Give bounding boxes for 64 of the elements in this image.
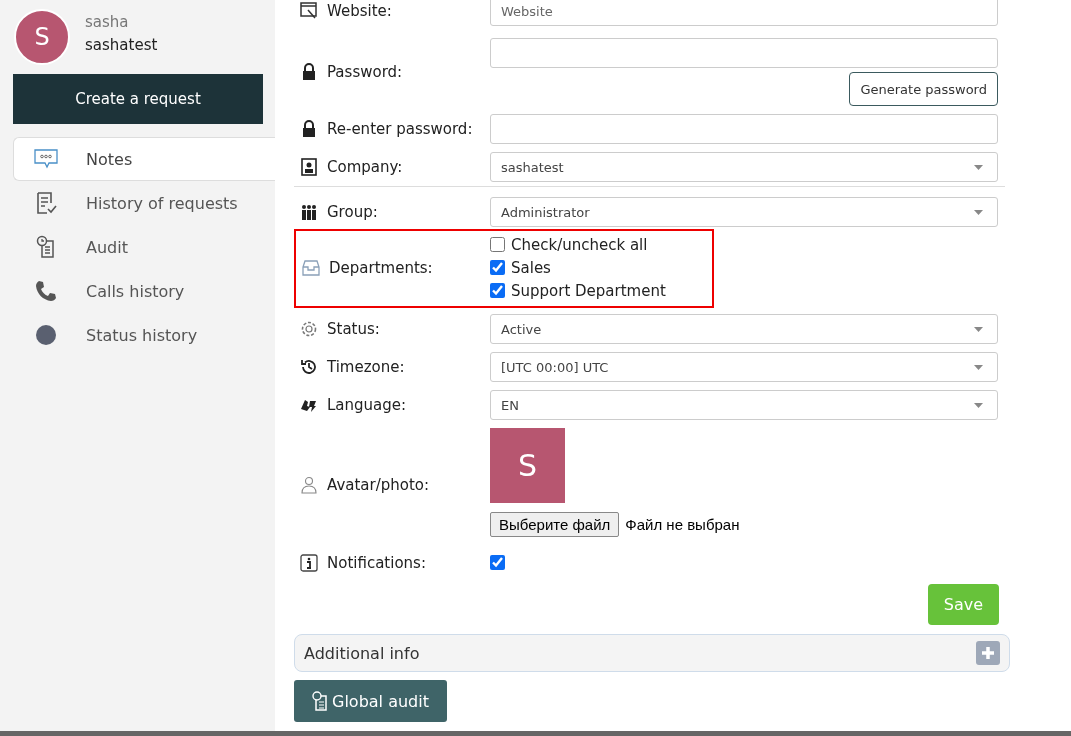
checkbox[interactable] [490,555,505,570]
user-avatar: S [14,9,70,65]
sidebar-item[interactable]: Audit [13,225,275,269]
checklist-icon [34,191,58,215]
password-field[interactable] [490,38,998,68]
checkbox[interactable] [490,237,505,252]
dropdown-caret-icon [974,402,983,408]
select-field[interactable]: sashatest [490,152,998,182]
history-icon [300,358,318,376]
create-request-button[interactable]: Create a request [13,74,263,124]
field-label: Password: [327,63,403,81]
checkbox[interactable] [490,283,505,298]
field-label: Notifications: [327,553,426,572]
circle-icon [34,323,58,347]
select-field[interactable]: Administrator [490,197,998,227]
select-field[interactable]: [UTC 00:00] UTC [490,352,998,382]
sidebar-item[interactable]: Status history [13,313,275,357]
lock-icon [300,120,318,138]
inbox-icon [302,258,320,277]
checkbox-label: Check/uncheck all [511,235,648,254]
field-label: Status: [327,320,380,338]
select-field[interactable]: Active [490,314,998,344]
sidebar-item[interactable]: Calls history [13,269,275,313]
user-icon [300,476,318,494]
field-label: Departments: [329,258,433,277]
settings-icon [300,320,318,338]
generate-password-button[interactable]: Generate password [849,72,998,106]
field-label: Language: [327,396,407,414]
field-label: Avatar/photo: [327,476,430,494]
sidebar-item[interactable]: History of requests [13,181,275,225]
select-field[interactable]: EN [490,390,998,420]
info-icon [300,553,318,572]
sidebar-item[interactable]: Notes [13,137,275,181]
phone-icon [34,279,58,303]
field-label: Group: [327,203,378,221]
checkbox[interactable] [490,260,505,275]
clipboard-clock-icon [312,691,328,711]
file-status: Файл не выбран [625,516,740,533]
global-audit-button[interactable]: Global audit [294,680,447,722]
dropdown-caret-icon [974,326,983,332]
browser-window-icon [300,2,318,20]
checkbox-label: Sales [511,258,551,277]
choose-file-button[interactable]: Выберите файл [490,512,620,537]
user-name: sasha [85,12,130,31]
field-label: Re-enter password: [327,120,473,138]
field-label: Timezone: [327,358,405,376]
id-card-icon [300,158,318,176]
website-field[interactable]: Website [490,0,998,26]
sign-language-icon [300,397,318,413]
avatar-image: S [490,428,565,503]
additional-info-panel[interactable]: Additional info [294,634,1010,672]
checkbox-label: Support Department [511,281,666,300]
speech-bubble-icon [34,149,58,169]
dropdown-caret-icon [974,209,983,215]
field-label: Website: [327,2,392,20]
plus-icon[interactable] [976,641,1000,665]
people-icon [300,203,318,221]
user-login: sashatest [85,35,158,54]
lock-icon [300,63,318,81]
panel-title: Additional info [304,643,420,663]
field-label: Company: [327,158,403,176]
dropdown-caret-icon [974,164,983,170]
dropdown-caret-icon [974,364,983,370]
password-field[interactable] [490,114,998,144]
